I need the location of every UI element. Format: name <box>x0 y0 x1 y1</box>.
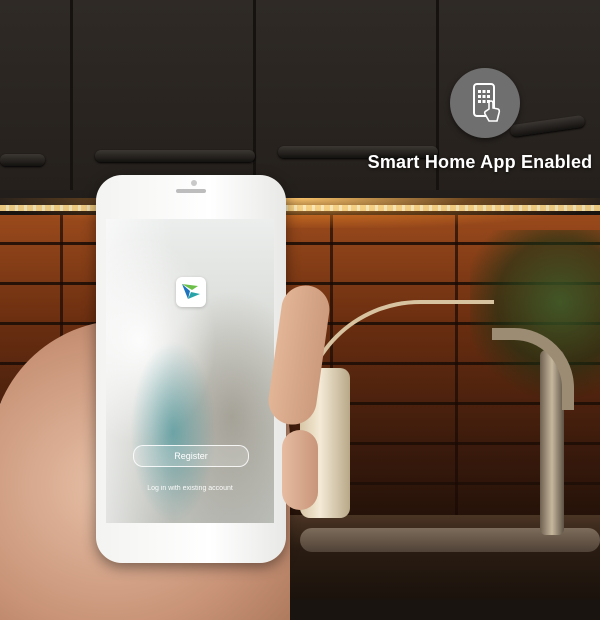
speaker-grille <box>176 189 206 193</box>
login-link[interactable]: Log in with existing account <box>106 485 274 492</box>
smartphone: Register Log in with existing account <box>96 175 286 563</box>
app-logo-icon <box>176 277 206 307</box>
register-button[interactable]: Register <box>133 445 249 467</box>
badge-text: Smart Home App Enabled <box>367 152 593 172</box>
home-button[interactable] <box>173 529 207 555</box>
finger <box>282 430 318 510</box>
cabinet-handle <box>0 154 45 166</box>
camera-icon <box>191 180 197 186</box>
smartphone-touch-icon <box>450 68 520 138</box>
phone-screen: Register Log in with existing account <box>106 219 274 523</box>
blurred-background <box>106 219 274 523</box>
cabinet-handle <box>95 150 255 162</box>
led-strip <box>0 205 600 211</box>
led-glow <box>0 198 600 228</box>
